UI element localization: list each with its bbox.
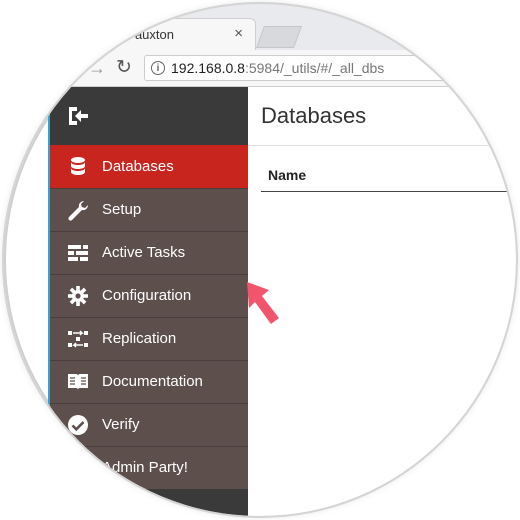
sidebar-item-label: Documentation xyxy=(102,373,203,390)
table-header-divider xyxy=(261,191,507,192)
sidebar-item-label: Active Tasks xyxy=(102,244,186,261)
sidebar-item-label: Databases xyxy=(102,158,174,175)
circular-frame: Fauxton × → ↻ i 192.168.0.8:5984/_utils/… xyxy=(4,4,516,516)
page-title: Databases xyxy=(261,103,367,128)
forward-arrow-icon[interactable]: → xyxy=(88,58,106,79)
url-host: 192.168.0.8 xyxy=(171,60,245,76)
logout-icon[interactable] xyxy=(66,105,90,127)
tasks-icon xyxy=(68,245,88,261)
sidebar-item-label: Verify xyxy=(102,416,140,433)
sidebar-item-replication[interactable]: Replication xyxy=(50,317,248,360)
check-circle-icon xyxy=(68,415,88,435)
sidebar-item-label: Replication xyxy=(102,330,177,347)
wrench-icon xyxy=(68,200,89,221)
sidebar-item-verify[interactable]: Verify xyxy=(50,403,248,446)
browser-tab-bar: Fauxton × xyxy=(4,4,516,50)
fauxton-app: Databases Setup Active Tasks Configurati… xyxy=(4,87,516,516)
replication-icon xyxy=(68,330,88,348)
url-text: 192.168.0.8:5984/_utils/#/_all_dbs xyxy=(171,60,384,76)
tab-title: Fauxton xyxy=(127,27,174,42)
address-bar[interactable]: i 192.168.0.8:5984/_utils/#/_all_dbs xyxy=(144,55,516,81)
page-header: Databases xyxy=(248,87,516,146)
book-icon xyxy=(68,374,88,390)
sidebar-item-label: Admin Party! xyxy=(102,459,188,476)
pointer-arrow-icon xyxy=(247,282,279,324)
url-path: :5984/_utils/#/_all_dbs xyxy=(244,60,385,76)
main-content: Databases Name xyxy=(248,87,516,516)
sidebar-item-label: Configuration xyxy=(102,287,192,304)
gear-icon xyxy=(68,286,88,306)
sidebar: Databases Setup Active Tasks Configurati… xyxy=(50,87,248,516)
new-tab-button[interactable] xyxy=(255,26,303,48)
sidebar-footer xyxy=(50,489,248,516)
sidebar-item-documentation[interactable]: Documentation xyxy=(50,360,248,403)
party-icon xyxy=(69,459,89,477)
browser-tab-active[interactable]: Fauxton × xyxy=(106,18,256,50)
tab-close-icon[interactable]: × xyxy=(234,25,243,42)
sidebar-item-setup[interactable]: Setup xyxy=(50,188,248,231)
sidebar-item-configuration[interactable]: Configuration xyxy=(50,274,248,317)
sidebar-item-databases[interactable]: Databases xyxy=(50,145,248,188)
sidebar-top xyxy=(50,87,248,145)
browser-toolbar: → ↻ i 192.168.0.8:5984/_utils/#/_all_dbs xyxy=(4,50,516,87)
info-icon[interactable]: i xyxy=(151,61,165,75)
sidebar-item-active-tasks[interactable]: Active Tasks xyxy=(50,231,248,274)
reload-icon[interactable]: ↻ xyxy=(116,56,132,79)
sidebar-item-label: Setup xyxy=(102,201,142,218)
sidebar-item-admin-party[interactable]: Admin Party! xyxy=(50,446,248,489)
table-column-name[interactable]: Name xyxy=(268,167,306,183)
database-icon xyxy=(71,157,85,175)
